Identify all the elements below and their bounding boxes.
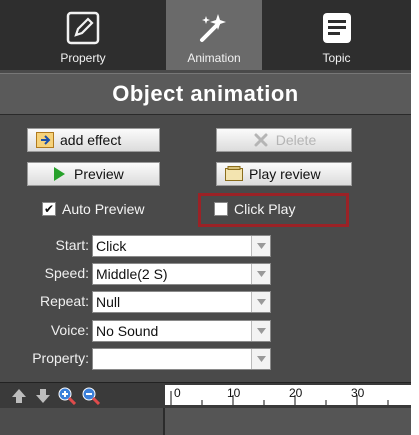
document-icon: [317, 8, 357, 48]
zoom-in-icon[interactable]: [58, 387, 76, 405]
zoom-out-icon[interactable]: [82, 387, 100, 405]
tab-bar: Property Animation Topic: [0, 0, 411, 70]
play-review-button[interactable]: Play review: [216, 162, 352, 186]
tab-animation[interactable]: Animation: [166, 0, 262, 70]
tab-topic[interactable]: Topic: [262, 0, 411, 70]
voice-label: Voice:: [50, 322, 89, 338]
voice-value: No Sound: [96, 323, 159, 339]
delete-button[interactable]: Delete: [216, 128, 352, 152]
speed-value: Middle(2 S): [96, 266, 168, 282]
play-review-label: Play review: [249, 166, 321, 182]
ruler-label: 10: [227, 386, 241, 400]
play-review-icon: [225, 166, 243, 182]
add-effect-icon: [36, 132, 54, 148]
chevron-down-icon[interactable]: [251, 264, 270, 284]
repeat-select[interactable]: Null: [92, 291, 271, 313]
animation-panel: Property Animation Topic Object animatio…: [0, 0, 411, 435]
ruler-label: 30: [351, 386, 365, 400]
ruler-label: 0: [174, 386, 181, 400]
pencil-icon: [63, 8, 103, 48]
arrow-down-icon[interactable]: [34, 387, 52, 405]
speed-select[interactable]: Middle(2 S): [92, 263, 271, 285]
add-effect-button[interactable]: add effect: [27, 128, 160, 152]
panel-title: Object animation: [112, 81, 299, 106]
chevron-down-icon[interactable]: [251, 236, 270, 256]
preview-label: Preview: [74, 166, 124, 182]
speed-label: Speed:: [44, 265, 89, 281]
click-play-highlight: [198, 193, 349, 227]
arrow-up-icon[interactable]: [10, 387, 28, 405]
chevron-down-icon[interactable]: [251, 292, 270, 312]
auto-preview-label: Auto Preview: [62, 201, 145, 217]
ruler-label: 20: [289, 386, 303, 400]
play-icon: [50, 166, 68, 182]
property-label: Property:: [32, 350, 89, 366]
tab-animation-label: Animation: [187, 51, 241, 65]
chevron-down-icon[interactable]: [251, 349, 270, 369]
timeline-object-list[interactable]: [0, 408, 165, 435]
repeat-label: Repeat:: [39, 293, 89, 309]
start-label: Start:: [55, 237, 89, 253]
voice-select[interactable]: No Sound: [92, 320, 271, 342]
tab-property[interactable]: Property: [0, 0, 166, 70]
repeat-value: Null: [96, 294, 121, 310]
auto-preview-checkbox[interactable]: ✔ Auto Preview: [42, 201, 144, 217]
start-select[interactable]: Click: [92, 235, 271, 257]
panel-title-bar: Object animation: [0, 73, 411, 115]
property-select[interactable]: [92, 348, 271, 370]
delete-label: Delete: [275, 132, 317, 148]
add-effect-label: add effect: [60, 132, 122, 148]
tab-topic-label: Topic: [322, 51, 351, 65]
timeline-ruler[interactable]: 0 10 20 30: [165, 385, 411, 405]
start-value: Click: [96, 238, 127, 254]
chevron-down-icon[interactable]: [251, 321, 270, 341]
ruler-ticks: [170, 391, 389, 405]
delete-icon: [252, 132, 270, 148]
preview-button[interactable]: Preview: [27, 162, 160, 186]
auto-preview-check[interactable]: ✔: [42, 202, 56, 216]
timeline-tools: [10, 387, 100, 405]
magic-wand-icon: [194, 8, 234, 48]
tab-property-label: Property: [60, 51, 106, 65]
